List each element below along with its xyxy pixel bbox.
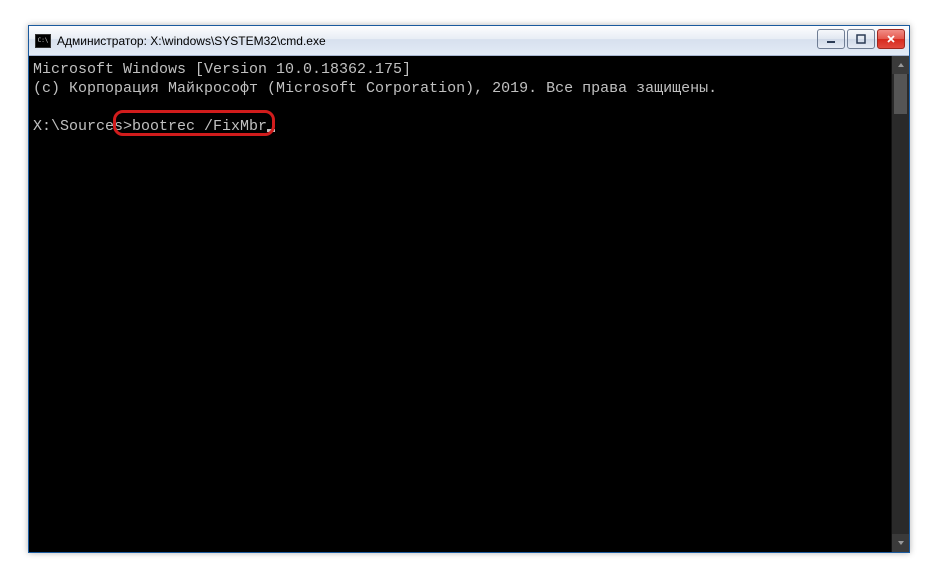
cmd-window: Администратор: X:\windows\SYSTEM32\cmd.e…: [28, 25, 910, 553]
copyright-line: (c) Корпорация Майкрософт (Microsoft Cor…: [33, 80, 717, 97]
scroll-thumb[interactable]: [894, 74, 907, 114]
client-area: Microsoft Windows [Version 10.0.18362.17…: [29, 56, 909, 552]
window-title: Администратор: X:\windows\SYSTEM32\cmd.e…: [57, 34, 326, 48]
vertical-scrollbar[interactable]: [891, 56, 909, 552]
titlebar[interactable]: Администратор: X:\windows\SYSTEM32\cmd.e…: [29, 26, 909, 56]
prompt: X:\Sources>: [33, 118, 132, 135]
version-line: Microsoft Windows [Version 10.0.18362.17…: [33, 61, 411, 78]
close-button[interactable]: [877, 29, 905, 49]
console-output[interactable]: Microsoft Windows [Version 10.0.18362.17…: [33, 60, 887, 548]
scroll-down-button[interactable]: [892, 534, 909, 552]
minimize-button[interactable]: [817, 29, 845, 49]
maximize-button[interactable]: [847, 29, 875, 49]
window-controls: [817, 29, 905, 49]
text-cursor: [267, 129, 275, 132]
scroll-up-button[interactable]: [892, 56, 909, 74]
typed-command: bootrec /FixMbr: [132, 118, 267, 135]
cmd-icon: [35, 34, 51, 48]
